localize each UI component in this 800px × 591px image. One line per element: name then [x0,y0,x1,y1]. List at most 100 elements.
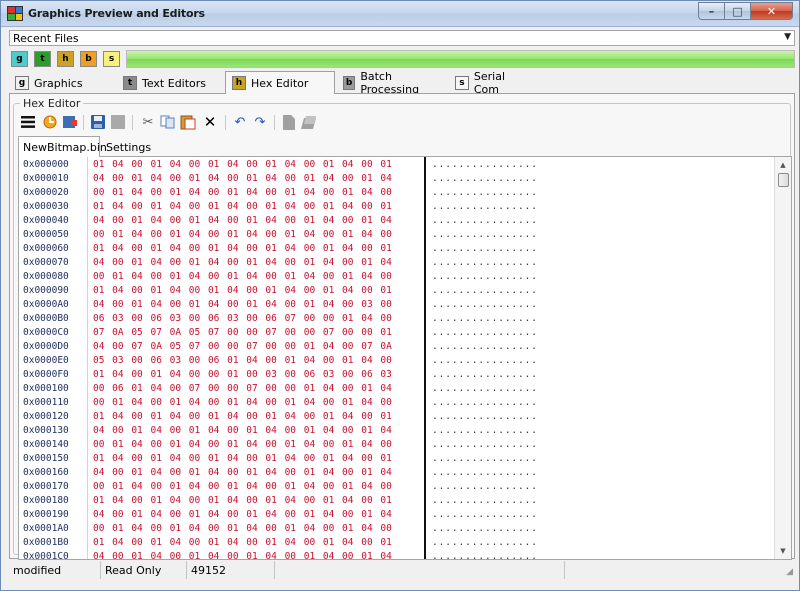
scroll-thumb[interactable] [778,173,789,187]
hex-row[interactable]: 0x0000E0 05 03 00 06 03 00 06 01 04 00 01… [19,354,774,368]
reload-icon[interactable] [41,113,59,131]
hex-row[interactable]: 0x000060 01 04 00 01 04 00 01 04 00 01 04… [19,242,774,256]
hex-row[interactable]: 0x000170 00 01 04 00 01 04 00 01 04 00 01… [19,480,774,494]
hex-row[interactable]: 0x000030 01 04 00 01 04 00 01 04 00 01 04… [19,200,774,214]
row-ascii[interactable]: ................ [432,186,538,200]
row-ascii[interactable]: ................ [432,354,538,368]
row-ascii[interactable]: ................ [432,522,538,536]
row-ascii[interactable]: ................ [432,480,538,494]
tab-hex-editor[interactable]: h Hex Editor [225,71,335,94]
hex-view[interactable]: 0x000000 01 04 00 01 04 00 01 04 00 01 04… [18,156,792,560]
row-ascii[interactable]: ................ [432,284,538,298]
row-bytes[interactable]: 01 04 00 01 04 00 01 04 00 01 04 00 01 0… [93,410,392,424]
row-bytes[interactable]: 01 04 00 01 04 00 00 01 00 03 00 06 03 0… [93,368,392,382]
row-bytes[interactable]: 04 00 01 04 00 01 04 00 01 04 00 01 04 0… [93,466,392,480]
row-bytes[interactable]: 00 01 04 00 01 04 00 01 04 00 01 04 00 0… [93,186,392,200]
row-bytes[interactable]: 00 01 04 00 01 04 00 01 04 00 01 04 00 0… [93,396,392,410]
hex-row[interactable]: 0x0000B0 06 03 00 06 03 00 06 03 00 06 07… [19,312,774,326]
row-bytes[interactable]: 01 04 00 01 04 00 01 04 00 01 04 00 01 0… [93,452,392,466]
delete-icon[interactable]: ✕ [201,113,219,131]
row-ascii[interactable]: ................ [432,438,538,452]
row-bytes[interactable]: 04 00 01 04 00 01 04 00 01 04 00 01 04 0… [93,424,392,438]
paste-icon[interactable] [179,113,197,131]
hex-row[interactable]: 0x000110 00 01 04 00 01 04 00 01 04 00 01… [19,396,774,410]
row-bytes[interactable]: 00 01 04 00 01 04 00 01 04 00 01 04 00 0… [93,438,392,452]
row-bytes[interactable]: 00 01 04 00 01 04 00 01 04 00 01 04 00 0… [93,522,392,536]
hex-rows[interactable]: 0x000000 01 04 00 01 04 00 01 04 00 01 04… [19,157,774,559]
hex-row[interactable]: 0x000040 04 00 01 04 00 01 04 00 01 04 00… [19,214,774,228]
hex-row[interactable]: 0x000000 01 04 00 01 04 00 01 04 00 01 04… [19,158,774,172]
row-ascii[interactable]: ................ [432,550,538,559]
hex-row[interactable]: 0x0000D0 04 00 07 0A 05 07 00 00 07 00 00… [19,340,774,354]
row-ascii[interactable]: ................ [432,172,538,186]
row-ascii[interactable]: ................ [432,382,538,396]
save-as-icon[interactable] [109,113,127,131]
hex-row[interactable]: 0x0000C0 07 0A 05 07 0A 05 07 00 00 07 00… [19,326,774,340]
redo-icon[interactable]: ↷ [251,113,269,131]
quick-button-hex[interactable]: h [57,51,74,67]
row-bytes[interactable]: 04 00 01 04 00 01 04 00 01 04 00 01 04 0… [93,508,392,522]
row-ascii[interactable]: ................ [432,270,538,284]
row-bytes[interactable]: 00 01 04 00 01 04 00 01 04 00 01 04 00 0… [93,480,392,494]
hex-row[interactable]: 0x000160 04 00 01 04 00 01 04 00 01 04 00… [19,466,774,480]
row-ascii[interactable]: ................ [432,200,538,214]
row-ascii[interactable]: ................ [432,158,538,172]
row-bytes[interactable]: 07 0A 05 07 0A 05 07 00 00 07 00 00 07 0… [93,326,392,340]
hex-row[interactable]: 0x000120 01 04 00 01 04 00 01 04 00 01 04… [19,410,774,424]
maximize-button[interactable]: □ [724,2,750,20]
row-bytes[interactable]: 00 01 04 00 01 04 00 01 04 00 01 04 00 0… [93,228,392,242]
hex-row[interactable]: 0x000130 04 00 01 04 00 01 04 00 01 04 00… [19,424,774,438]
row-ascii[interactable]: ................ [432,466,538,480]
row-bytes[interactable]: 01 04 00 01 04 00 01 04 00 01 04 00 01 0… [93,494,392,508]
save-icon[interactable] [89,113,107,131]
scroll-up-icon[interactable]: ▲ [775,157,791,173]
hex-row[interactable]: 0x000090 01 04 00 01 04 00 01 04 00 01 04… [19,284,774,298]
tab-graphics[interactable]: g Graphics [9,73,113,93]
row-ascii[interactable]: ................ [432,298,538,312]
row-bytes[interactable]: 01 04 00 01 04 00 01 04 00 01 04 00 01 0… [93,536,392,550]
row-bytes[interactable]: 04 00 01 04 00 01 04 00 01 04 00 01 04 0… [93,298,392,312]
hex-row[interactable]: 0x000010 04 00 01 04 00 01 04 00 01 04 00… [19,172,774,186]
row-ascii[interactable]: ................ [432,312,538,326]
hex-row[interactable]: 0x000050 00 01 04 00 01 04 00 01 04 00 01… [19,228,774,242]
quick-button-serial[interactable]: s [103,51,120,67]
quick-button-graphics[interactable]: g [11,51,28,67]
quick-button-text[interactable]: t [34,51,51,67]
row-ascii[interactable]: ................ [432,410,538,424]
hex-row[interactable]: 0x000100 00 06 01 04 00 07 00 00 07 00 00… [19,382,774,396]
hex-row[interactable]: 0x0001C0 04 00 01 04 00 01 04 00 01 04 00… [19,550,774,559]
row-bytes[interactable]: 04 00 01 04 00 01 04 00 01 04 00 01 04 0… [93,172,392,186]
quick-button-batch[interactable]: b [80,51,97,67]
row-ascii[interactable]: ................ [432,326,538,340]
hex-row[interactable]: 0x000080 00 01 04 00 01 04 00 01 04 00 01… [19,270,774,284]
row-ascii[interactable]: ................ [432,340,538,354]
hex-row[interactable]: 0x0001A0 00 01 04 00 01 04 00 01 04 00 01… [19,522,774,536]
hex-row[interactable]: 0x000190 04 00 01 04 00 01 04 00 01 04 00… [19,508,774,522]
tab-newbitmap-bin[interactable]: NewBitmap.bin [18,136,107,157]
chevron-down-icon[interactable]: ▼ [784,32,791,42]
pages-icon[interactable] [300,113,318,131]
row-ascii[interactable]: ................ [432,508,538,522]
row-bytes[interactable]: 04 00 01 04 00 01 04 00 01 04 00 01 04 0… [93,256,392,270]
hex-row[interactable]: 0x000020 00 01 04 00 01 04 00 01 04 00 01… [19,186,774,200]
row-bytes[interactable]: 04 00 07 0A 05 07 00 00 07 00 00 01 04 0… [93,340,392,354]
insert-icon[interactable] [61,113,79,131]
close-button[interactable]: ✕ [750,2,793,20]
row-ascii[interactable]: ................ [432,368,538,382]
hex-row[interactable]: 0x0000A0 04 00 01 04 00 01 04 00 01 04 00… [19,298,774,312]
hex-row[interactable]: 0x000180 01 04 00 01 04 00 01 04 00 01 04… [19,494,774,508]
row-bytes[interactable]: 00 01 04 00 01 04 00 01 04 00 01 04 00 0… [93,270,392,284]
resize-grip-icon[interactable]: ◢ [786,567,793,577]
row-ascii[interactable]: ................ [432,242,538,256]
menu-icon[interactable] [19,113,37,131]
minimize-button[interactable]: – [698,2,724,20]
tab-batch-processing[interactable]: b Batch Processing [337,70,447,96]
hex-row[interactable]: 0x000070 04 00 01 04 00 01 04 00 01 04 00… [19,256,774,270]
tab-serial-com[interactable]: s Serial Com [449,70,539,96]
hex-row[interactable]: 0x000140 00 01 04 00 01 04 00 01 04 00 01… [19,438,774,452]
row-bytes[interactable]: 05 03 00 06 03 00 06 01 04 00 01 04 00 0… [93,354,392,368]
row-bytes[interactable]: 06 03 00 06 03 00 06 03 00 06 07 00 00 0… [93,312,392,326]
vertical-scrollbar[interactable]: ▲ ▼ [774,157,791,559]
hex-row[interactable]: 0x000150 01 04 00 01 04 00 01 04 00 01 04… [19,452,774,466]
row-ascii[interactable]: ................ [432,424,538,438]
